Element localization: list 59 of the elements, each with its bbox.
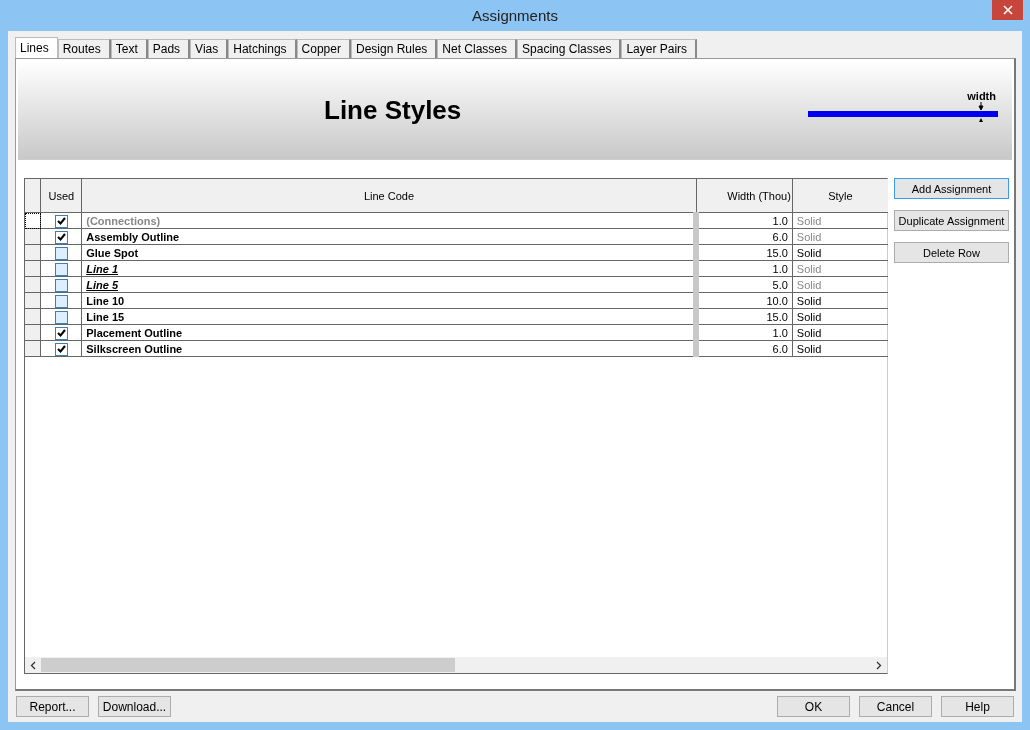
- column-header: Line Code: [81, 179, 697, 213]
- tab[interactable]: Routes: [57, 39, 111, 58]
- scrollbar-thumb[interactable]: [41, 658, 455, 672]
- table-cell: Placement Outline: [81, 324, 697, 341]
- close-button[interactable]: [992, 0, 1023, 20]
- checkbox[interactable]: [54, 246, 68, 260]
- table-cell: Line 1: [81, 260, 697, 277]
- table-cell: 10.0: [696, 292, 793, 309]
- side-button[interactable]: Add Assignment: [894, 178, 1009, 199]
- tab[interactable]: Spacing Classes: [517, 39, 622, 58]
- table-cell: (Connections): [81, 212, 697, 229]
- table-cell: 1.0: [696, 212, 793, 229]
- scroll-right-icon[interactable]: [876, 660, 882, 670]
- header-title: Line Styles: [324, 94, 463, 126]
- table-cell: Silkscreen Outline: [81, 340, 697, 357]
- table-cell: 6.0: [696, 228, 793, 245]
- table-cell: Line 15: [81, 308, 697, 325]
- tab[interactable]: Design Rules: [350, 39, 438, 58]
- checkbox[interactable]: [54, 230, 68, 244]
- table-cell: 1.0: [696, 260, 793, 277]
- tab[interactable]: Layer Pairs: [621, 39, 698, 58]
- tab[interactable]: Lines: [15, 37, 58, 58]
- scroll-left-icon[interactable]: [30, 660, 36, 670]
- column-header: Style: [792, 179, 888, 213]
- side-button[interactable]: Delete Row: [894, 242, 1009, 263]
- table-cell: Assembly Outline: [81, 228, 697, 245]
- tab[interactable]: Pads: [147, 39, 191, 58]
- close-icon: [1002, 5, 1013, 15]
- tab[interactable]: Hatchings: [228, 39, 297, 58]
- table-cell: 1.0: [696, 324, 793, 341]
- tab[interactable]: Net Classes: [437, 39, 518, 58]
- column-header: Used: [40, 179, 82, 213]
- checkbox[interactable]: [54, 294, 68, 308]
- table-cell: 15.0: [696, 244, 793, 261]
- table-cell: 15.0: [696, 308, 793, 325]
- checkbox[interactable]: [54, 262, 68, 276]
- tab[interactable]: Copper: [296, 39, 351, 58]
- tab[interactable]: Text: [110, 39, 148, 58]
- diagram-label: width: [967, 90, 996, 102]
- checkbox[interactable]: [54, 214, 68, 228]
- footer-button[interactable]: OK: [777, 696, 850, 717]
- checkbox[interactable]: [54, 278, 68, 292]
- footer-button[interactable]: Download...: [98, 696, 171, 717]
- footer-button[interactable]: Help: [941, 696, 1014, 717]
- side-button[interactable]: Duplicate Assignment: [894, 210, 1009, 231]
- horizontal-scrollbar[interactable]: [25, 657, 887, 673]
- footer-button[interactable]: Report...: [16, 696, 89, 717]
- tab[interactable]: Vias: [190, 39, 229, 58]
- checkbox[interactable]: [54, 326, 68, 340]
- checkbox[interactable]: [54, 342, 68, 356]
- table-cell: Line 10: [81, 292, 697, 309]
- table-cell: Glue Spot: [81, 244, 697, 261]
- table-cell: Line 5: [81, 276, 697, 293]
- table-cell: 6.0: [696, 340, 793, 357]
- checkbox[interactable]: [54, 310, 68, 324]
- footer-button[interactable]: Cancel: [859, 696, 932, 717]
- column-header: Width (Thou): [696, 179, 793, 213]
- table-cell: 5.0: [696, 276, 793, 293]
- window-title: Assignments: [472, 7, 558, 24]
